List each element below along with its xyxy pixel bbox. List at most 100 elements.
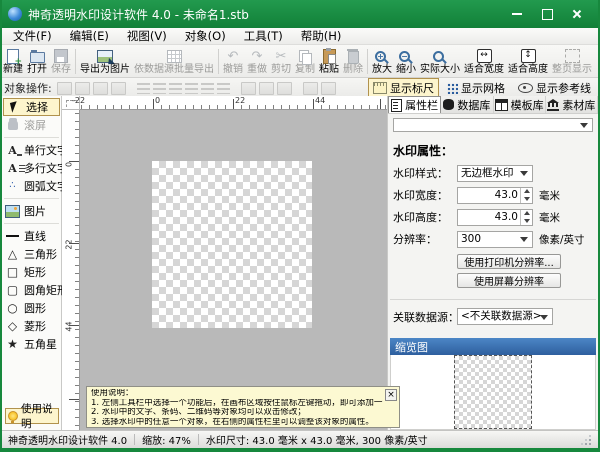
open-folder-icon — [30, 52, 45, 63]
usage-help-label: 使用说明 — [21, 401, 58, 431]
menu-object[interactable]: 对象(O) — [176, 28, 235, 44]
tool-triangle[interactable]: △ 三角形 — [2, 245, 61, 263]
grid-icon — [447, 83, 458, 94]
width-spin-buttons[interactable] — [520, 188, 532, 203]
close-button[interactable] — [562, 2, 592, 26]
group-icon — [303, 82, 318, 95]
arc-text-icon: ∴ — [9, 181, 15, 191]
resize-grip[interactable] — [580, 434, 592, 446]
tool-circle[interactable]: ○ 圆形 — [2, 299, 61, 317]
object-selector-combobox[interactable] — [393, 118, 593, 132]
new-button[interactable]: 新建 — [1, 46, 25, 77]
actual-size-button[interactable]: 实际大小 — [418, 46, 462, 77]
export-image-button[interactable]: 导出为图片 — [78, 46, 132, 77]
canvas[interactable] — [80, 110, 387, 430]
datasource-dropdown[interactable]: <不关联数据源> — [457, 308, 553, 325]
v-ruler-label: 0 — [65, 158, 74, 172]
paste-button[interactable]: 粘贴 — [317, 46, 341, 77]
height-spinner[interactable]: 43.0 — [457, 209, 533, 226]
usage-help-button[interactable]: 使用说明 — [5, 408, 59, 424]
close-icon — [572, 9, 582, 19]
menu-help[interactable]: 帮助(H) — [292, 28, 351, 44]
fit-height-button[interactable]: ↕ 适合高度 — [506, 46, 550, 77]
fit-height-label: 适合高度 — [508, 65, 548, 75]
thumbnail-title: 缩览图 — [395, 339, 428, 355]
width-spinner[interactable]: 43.0 — [457, 187, 533, 204]
tool-diamond[interactable]: ◇ 菱形 — [2, 317, 61, 335]
menu-file[interactable]: 文件(F) — [4, 28, 61, 44]
ungroup-icon — [321, 82, 336, 95]
tool-select-label: 选择 — [26, 99, 48, 115]
style-dropdown[interactable]: 无边框水印 — [457, 165, 533, 182]
tool-star[interactable]: ★ 五角星 — [2, 335, 61, 353]
tool-select[interactable]: 选择 — [3, 98, 60, 116]
watermark-properties-title: 水印属性： — [393, 142, 593, 159]
thumbnail-area — [390, 355, 596, 430]
v-ruler-label: 22 — [65, 238, 74, 252]
width-unit: 毫米 — [539, 188, 560, 203]
tab-database[interactable]: 数据库 — [441, 96, 493, 113]
actual-size-label: 实际大小 — [420, 65, 460, 75]
show-guides-toggle[interactable]: 显示参考线 — [513, 78, 596, 98]
dpi-dropdown[interactable]: 300 — [457, 231, 533, 248]
canvas-zone: -22 0 22 44 0 22 44 — [62, 96, 387, 430]
tool-round-rect[interactable]: ▢ 圆角矩形 — [2, 281, 61, 299]
tool-line[interactable]: 直线 — [2, 227, 61, 245]
maximize-icon — [542, 9, 553, 20]
batch-export-label: 依数据源批量导出 — [134, 65, 214, 75]
batch-export-button: 依数据源批量导出 — [132, 46, 216, 77]
single-line-text-icon: A — [8, 145, 17, 156]
tab-templates[interactable]: 模板库 — [494, 96, 546, 113]
tool-multi-line-text[interactable]: A 多行文字 — [2, 159, 61, 177]
zoom-in-button[interactable]: + 放大 — [370, 46, 394, 77]
batch-export-grid-icon — [167, 50, 182, 63]
tool-scroll-label: 滚屏 — [24, 117, 46, 133]
spin-up-icon[interactable] — [521, 210, 532, 218]
circle-icon: ○ — [7, 302, 17, 314]
tool-rect[interactable]: □ 矩形 — [2, 263, 61, 281]
spin-down-icon[interactable] — [521, 195, 532, 203]
tool-diamond-label: 菱形 — [24, 318, 46, 334]
show-grid-toggle[interactable]: 显示网格 — [442, 78, 510, 98]
fit-height-icon: ↕ — [521, 49, 536, 63]
copy-label: 复制 — [295, 65, 315, 75]
tab-materials[interactable]: 素材库 — [546, 96, 598, 113]
instructions-title: 使用说明： — [91, 389, 383, 399]
lightbulb-icon — [8, 411, 18, 421]
delete-trash-icon — [348, 51, 359, 64]
h-ruler-label: 44 — [315, 96, 325, 105]
star-icon: ★ — [7, 338, 18, 350]
thumbnail-header: 缩览图 — [390, 338, 596, 355]
watermark-artboard[interactable] — [152, 161, 312, 328]
use-printer-dpi-button[interactable]: 使用打印机分辨率... — [457, 254, 561, 269]
menu-edit[interactable]: 编辑(E) — [61, 28, 118, 44]
height-spin-buttons[interactable] — [520, 210, 532, 225]
tool-arc-text[interactable]: ∴ 圆弧文字 — [2, 177, 61, 195]
minimize-button[interactable] — [502, 2, 532, 26]
tool-image[interactable]: 图片 — [2, 202, 61, 220]
right-panel: 属性栏 数据库 模板库 素材库 水印属性： 水印样式： 无边框水印 水印宽度： … — [387, 96, 598, 430]
usage-instructions-box: 使用说明： 1. 左侧工具栏中选择一个功能后，在画布区域按住鼠标左键拖动，即可添… — [86, 386, 400, 428]
properties-panel: 水印属性： 水印样式： 无边框水印 水印宽度： 43.0 毫米 水印高度： 43… — [388, 114, 598, 430]
fit-width-button[interactable]: ↔ 适合宽度 — [462, 46, 506, 77]
infobox-close-button[interactable]: × — [385, 389, 397, 401]
properties-list-icon — [391, 99, 402, 112]
menu-view[interactable]: 视图(V) — [118, 28, 176, 44]
menu-tools[interactable]: 工具(T) — [235, 28, 292, 44]
spin-down-icon[interactable] — [521, 217, 532, 225]
tab-properties[interactable]: 属性栏 — [388, 96, 441, 113]
show-ruler-toggle[interactable]: 显示标尺 — [368, 78, 439, 98]
export-image-label: 导出为图片 — [80, 65, 130, 75]
tool-rect-label: 矩形 — [24, 264, 46, 280]
fit-width-icon: ↔ — [477, 49, 492, 63]
use-screen-dpi-button[interactable]: 使用屏幕分辨率 — [457, 273, 561, 288]
object-ops-label: 对象操作: — [4, 80, 52, 96]
zoom-out-button[interactable]: − 缩小 — [394, 46, 418, 77]
delete-button: 删除 — [341, 46, 365, 77]
tool-single-line-text[interactable]: A 单行文字 — [2, 141, 61, 159]
open-button[interactable]: 打开 — [25, 46, 49, 77]
tool-circle-label: 圆形 — [24, 300, 46, 316]
tool-star-label: 五角星 — [24, 336, 57, 352]
maximize-button[interactable] — [532, 2, 562, 26]
spin-up-icon[interactable] — [521, 188, 532, 196]
